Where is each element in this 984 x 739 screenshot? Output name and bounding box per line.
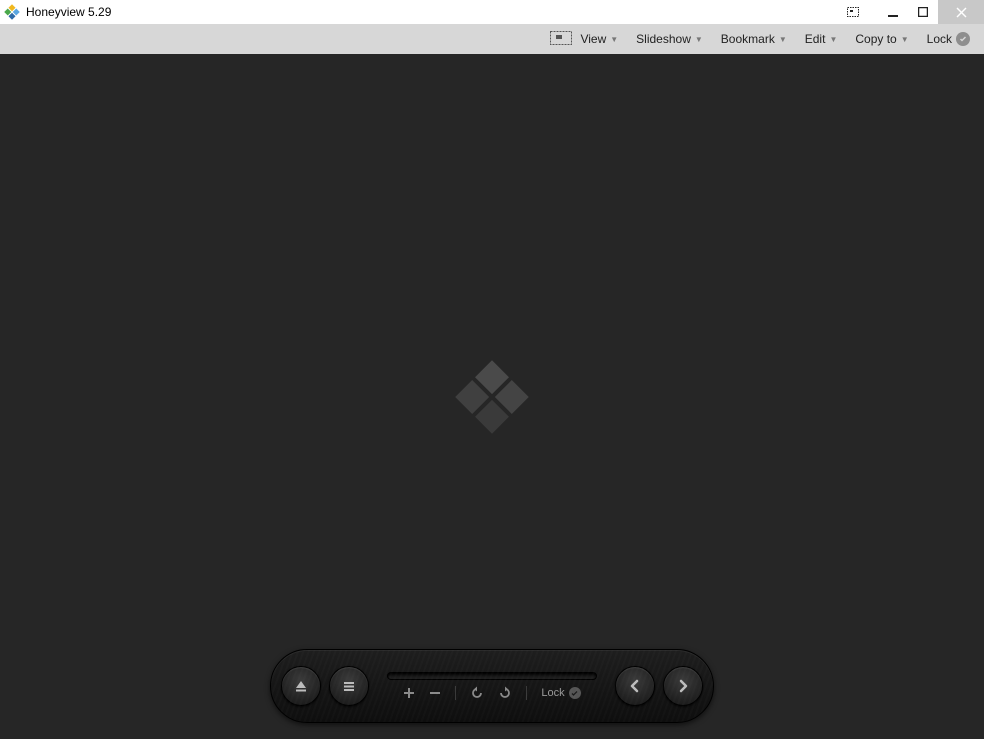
lock-label: Lock xyxy=(927,32,952,46)
image-viewer[interactable]: Lock xyxy=(0,54,984,739)
check-circle-icon xyxy=(569,687,581,699)
app-icon xyxy=(4,4,20,20)
separator xyxy=(455,686,456,700)
fit-screen-icon[interactable] xyxy=(550,31,572,48)
edit-label: Edit xyxy=(805,32,826,46)
fullscreen-button[interactable] xyxy=(838,0,868,24)
chevron-down-icon: ▼ xyxy=(901,35,909,44)
slideshow-label: Slideshow xyxy=(636,32,691,46)
lock-toggle-small[interactable]: Lock xyxy=(541,687,580,699)
chevron-down-icon: ▼ xyxy=(695,35,703,44)
zoom-slider[interactable] xyxy=(387,672,597,680)
check-circle-icon xyxy=(956,32,970,46)
placeholder-logo-icon xyxy=(442,357,542,437)
slideshow-menu[interactable]: Slideshow ▼ xyxy=(636,32,703,46)
lock-toggle[interactable]: Lock xyxy=(927,32,970,46)
lock-label-small: Lock xyxy=(541,687,564,699)
menu-button[interactable] xyxy=(329,666,369,706)
edit-menu[interactable]: Edit ▼ xyxy=(805,32,838,46)
zoom-out-button[interactable] xyxy=(429,687,441,699)
bookmark-label: Bookmark xyxy=(721,32,775,46)
chevron-down-icon: ▼ xyxy=(610,35,618,44)
rotate-right-button[interactable] xyxy=(498,686,512,700)
app-title: Honeyview 5.29 xyxy=(26,5,111,19)
control-bar: Lock xyxy=(270,649,714,723)
separator xyxy=(526,686,527,700)
eject-button[interactable] xyxy=(281,666,321,706)
copyto-label: Copy to xyxy=(855,32,896,46)
copyto-menu[interactable]: Copy to ▼ xyxy=(855,32,908,46)
view-label: View xyxy=(580,32,606,46)
titlebar: Honeyview 5.29 xyxy=(0,0,984,24)
previous-button[interactable] xyxy=(615,666,655,706)
view-menu[interactable]: View ▼ xyxy=(580,32,618,46)
tools-row: Lock xyxy=(403,686,580,700)
rotate-left-button[interactable] xyxy=(470,686,484,700)
next-button[interactable] xyxy=(663,666,703,706)
maximize-button[interactable] xyxy=(908,0,938,24)
zoom-in-button[interactable] xyxy=(403,687,415,699)
close-button[interactable] xyxy=(938,0,984,24)
toolbar: View ▼ Slideshow ▼ Bookmark ▼ Edit ▼ Cop… xyxy=(0,24,984,54)
chevron-down-icon: ▼ xyxy=(779,35,787,44)
minimize-button[interactable] xyxy=(878,0,908,24)
center-controls: Lock xyxy=(377,672,607,700)
chevron-down-icon: ▼ xyxy=(829,35,837,44)
bookmark-menu[interactable]: Bookmark ▼ xyxy=(721,32,787,46)
window-controls xyxy=(838,0,984,24)
